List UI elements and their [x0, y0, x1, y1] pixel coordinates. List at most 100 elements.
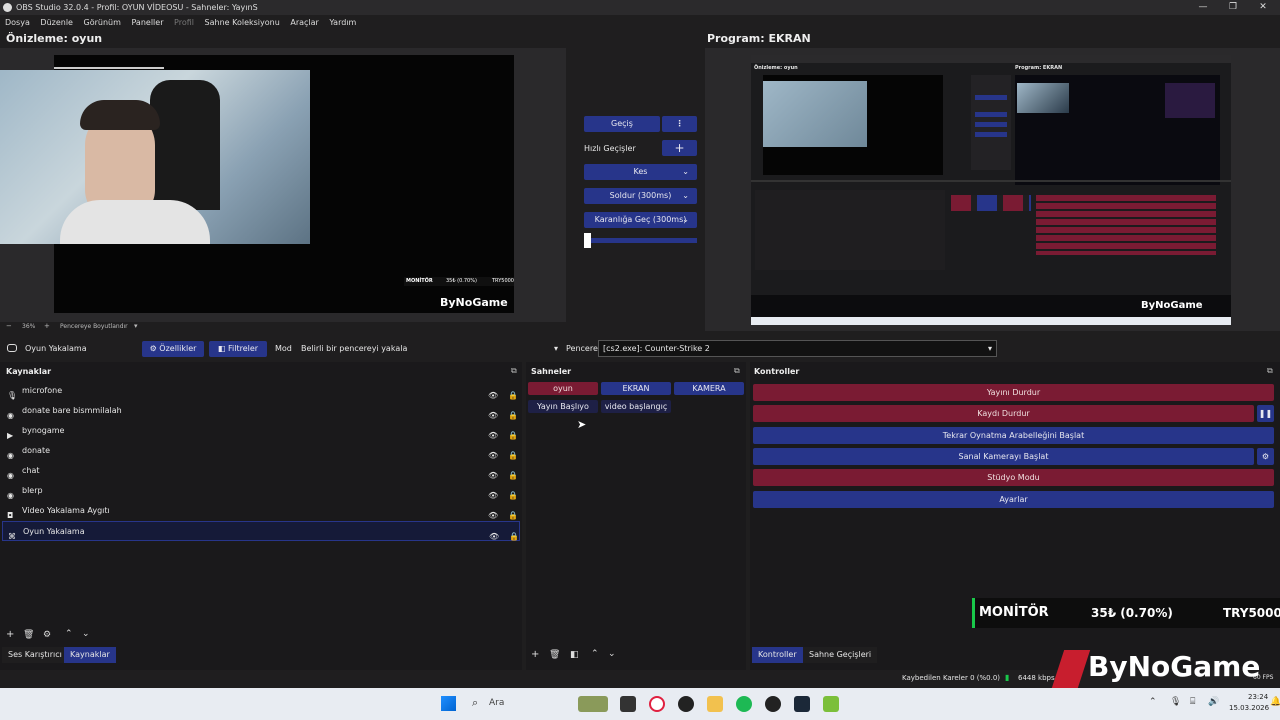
stop-recording-button[interactable]: Kaydı Durdur	[753, 405, 1254, 422]
scene-ekran[interactable]: EKRAN	[601, 382, 671, 395]
window-select[interactable]: [cs2.exe]: Counter-Strike 2 ▾	[598, 340, 997, 357]
preview-canvas[interactable]: MONİTÖR 35₺ (0.70%) TRY5000 ByNoGame	[0, 48, 566, 322]
eye-icon[interactable]: 👁	[488, 466, 499, 480]
add-scene-icon[interactable]: +	[531, 649, 539, 660]
clock-time[interactable]: 23:24	[1248, 693, 1268, 701]
source-row[interactable]: ◉ donate bare bismmilalah 👁 🔒	[2, 401, 520, 421]
network-icon[interactable]: ⌸	[1190, 697, 1195, 707]
lock-icon[interactable]: 🔒	[508, 446, 518, 460]
zoom-in-button[interactable]: +	[44, 322, 50, 330]
lock-icon[interactable]: 🔒	[509, 527, 519, 541]
eye-icon[interactable]: 👁	[488, 426, 499, 440]
close-button[interactable]: ✕	[1250, 0, 1276, 15]
virtual-camera-button[interactable]: Sanal Kamerayı Başlat	[753, 448, 1254, 465]
spotify-icon[interactable]	[736, 696, 752, 712]
source-row[interactable]: ◉ chat 👁 🔒	[2, 461, 520, 481]
file-explorer-icon[interactable]	[707, 696, 723, 712]
eye-icon[interactable]: 👁	[488, 386, 499, 400]
lock-icon[interactable]: 🔒	[508, 486, 518, 500]
maximize-button[interactable]: ❐	[1220, 0, 1246, 15]
studio-mode-button[interactable]: Stüdyo Modu	[753, 469, 1274, 486]
cut-transition-button[interactable]: Kes ⌄	[584, 164, 697, 180]
menu-gorunum[interactable]: Görünüm	[84, 18, 121, 27]
menu-duzenle[interactable]: Düzenle	[40, 18, 73, 27]
fade-transition-button[interactable]: Soldur (300ms) ⌄	[584, 188, 697, 204]
source-row[interactable]: ◘ Video Yakalama Aygıtı 👁 🔒	[2, 501, 520, 521]
mic-tray-icon[interactable]: 🎙	[1170, 697, 1181, 707]
lock-icon[interactable]: 🔒	[508, 466, 518, 480]
minecraft-icon[interactable]	[823, 696, 839, 712]
weather-widget-icon[interactable]	[578, 696, 608, 712]
replay-buffer-button[interactable]: Tekrar Oynatma Arabelleğini Başlat	[753, 427, 1274, 444]
minimize-button[interactable]: —	[1190, 0, 1216, 15]
transition-button[interactable]: Geçiş	[584, 116, 660, 132]
menu-paneller[interactable]: Paneller	[131, 18, 163, 27]
menu-sahne-koleksiyonu[interactable]: Sahne Koleksiyonu	[205, 18, 280, 27]
stop-streaming-button[interactable]: Yayını Durdur	[753, 384, 1274, 401]
menu-araclar[interactable]: Araçlar	[290, 18, 318, 27]
zoom-out-button[interactable]: −	[6, 322, 12, 330]
source-row[interactable]: 🎙 microfone 👁 🔒	[2, 381, 520, 401]
steam-icon[interactable]	[794, 696, 810, 712]
opera-gx-icon[interactable]	[649, 696, 665, 712]
windows-start-icon[interactable]	[441, 696, 456, 711]
tab-audio-mixer[interactable]: Ses Karıştırıcı	[2, 647, 68, 663]
tbar-handle[interactable]	[584, 233, 591, 248]
menu-dosya[interactable]: Dosya	[5, 18, 30, 27]
fade-to-black-button[interactable]: Karanlığa Geç (300ms) ⌄	[584, 212, 697, 228]
source-row[interactable]: ◉ donate 👁 🔒	[2, 441, 520, 461]
chevron-down-icon[interactable]: ▾	[134, 322, 138, 330]
search-icon[interactable]: ⌕	[472, 696, 478, 710]
task-view-icon[interactable]	[620, 696, 636, 712]
settings-button[interactable]: Ayarlar	[753, 491, 1274, 508]
scene-filter-icon[interactable]: ◧	[570, 650, 579, 660]
source-settings-gear-icon[interactable]: ⚙	[43, 630, 51, 640]
volume-icon[interactable]: 🔊	[1208, 697, 1219, 707]
scene-oyun[interactable]: oyun	[528, 382, 598, 395]
tab-sources[interactable]: Kaynaklar	[64, 647, 116, 663]
eye-icon[interactable]: 👁	[489, 527, 500, 541]
tab-controls[interactable]: Kontroller	[752, 647, 803, 663]
move-up-icon[interactable]: ⌃	[65, 629, 73, 639]
move-down-icon[interactable]: ⌄	[82, 629, 90, 639]
obs-taskbar-icon[interactable]	[678, 696, 694, 712]
pause-icon[interactable]: ❚❚	[1257, 405, 1274, 422]
eye-icon[interactable]: 👁	[488, 406, 499, 420]
tbar-track[interactable]	[584, 238, 697, 243]
taskbar-search[interactable]: Ara	[489, 698, 504, 708]
obs-active-icon[interactable]	[765, 696, 781, 712]
scene-kamera[interactable]: KAMERA	[674, 382, 744, 395]
menu-yardim[interactable]: Yardım	[329, 18, 356, 27]
eye-icon[interactable]: 👁	[488, 506, 499, 520]
chevron-up-icon[interactable]: ⌃	[1149, 697, 1157, 707]
source-row[interactable]: ▶ bynogame 👁 🔒	[2, 421, 520, 441]
scene-up-icon[interactable]: ⌃	[591, 649, 599, 659]
lock-icon[interactable]: 🔒	[508, 426, 518, 440]
add-source-icon[interactable]: +	[6, 629, 14, 640]
notification-icon[interactable]: 🔔	[1270, 697, 1280, 707]
source-row-selected[interactable]: ⌘ Oyun Yakalama 👁 🔒	[2, 521, 520, 541]
mode-select[interactable]: Belirli bir pencereyi yakala ▾	[297, 340, 562, 357]
fit-to-window-dropdown[interactable]: Pencereye Boyutlandır	[60, 323, 128, 330]
clock-date[interactable]: 15.03.2026	[1229, 704, 1269, 712]
filters-button[interactable]: ◧ Filtreler	[209, 341, 267, 357]
add-transition-icon[interactable]: +	[662, 140, 697, 156]
scene-video-baslangic[interactable]: video başlangıç	[601, 400, 671, 413]
properties-button[interactable]: ⚙ Özellikler	[142, 341, 204, 357]
scene-down-icon[interactable]: ⌄	[608, 649, 616, 659]
lock-icon[interactable]: 🔒	[508, 386, 518, 400]
lock-icon[interactable]: 🔒	[508, 506, 518, 520]
remove-scene-icon[interactable]: 🗑	[549, 650, 560, 660]
dock-undock-icon[interactable]: ⧉	[1267, 366, 1273, 376]
menu-profil[interactable]: Profil	[174, 18, 194, 27]
virtual-camera-gear-icon[interactable]: ⚙	[1257, 448, 1274, 465]
dock-undock-icon[interactable]: ⧉	[511, 366, 517, 376]
eye-icon[interactable]: 👁	[488, 446, 499, 460]
lock-icon[interactable]: 🔒	[508, 406, 518, 420]
transition-menu-icon[interactable]: ⋮	[662, 116, 697, 132]
remove-source-icon[interactable]: 🗑	[23, 630, 34, 640]
eye-icon[interactable]: 👁	[488, 486, 499, 500]
dock-undock-icon[interactable]: ⧉	[734, 366, 740, 376]
scene-yayin-basliyo[interactable]: Yayın Başlıyo	[528, 400, 598, 413]
source-row[interactable]: ◉ blerp 👁 🔒	[2, 481, 520, 501]
